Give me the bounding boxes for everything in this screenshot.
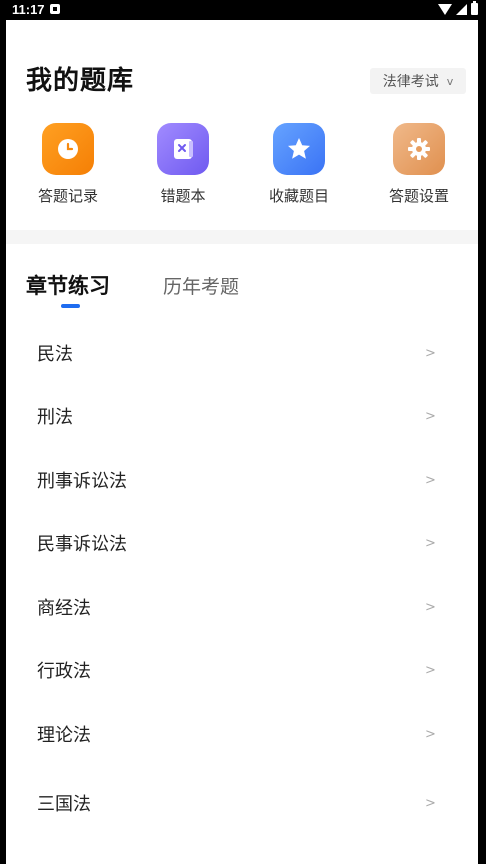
shortcut-answer-records[interactable]: 答题记录 — [28, 120, 108, 210]
list-item[interactable]: 三国法 > — [6, 772, 478, 832]
star-icon — [273, 123, 325, 175]
chapter-name: 行政法 — [37, 661, 91, 682]
list-item[interactable]: 刑法 > — [6, 385, 478, 445]
chevron-right-icon: > — [425, 409, 436, 424]
shortcut-grid: 答题记录 错题本 收藏题目 答题设置 — [6, 120, 478, 210]
shortcut-label: 答题记录 — [37, 187, 98, 205]
chapter-name: 刑事诉讼法 — [37, 471, 127, 492]
tab-past-exams[interactable]: 历年考题 — [163, 272, 239, 299]
status-bar: 11:17 — [0, 0, 486, 20]
chevron-right-icon: > — [425, 600, 436, 615]
chapter-name: 理论法 — [37, 725, 91, 746]
shortcut-wrong-book[interactable]: 错题本 — [143, 120, 223, 210]
battery-icon — [471, 0, 478, 15]
list-item[interactable]: 民事诉讼法 > — [6, 512, 478, 572]
chevron-right-icon: > — [425, 346, 436, 361]
exam-type-select[interactable]: 法律考试 v — [370, 68, 466, 94]
app-screen: 我的题库 法律考试 v 答题记录 错题本 收藏题目 答题设置 章节练习 历年考题… — [6, 20, 478, 864]
chevron-right-icon: > — [425, 473, 436, 488]
shortcut-label: 收藏题目 — [268, 187, 329, 205]
list-item[interactable]: 民法 > — [6, 322, 478, 382]
gear-icon — [393, 123, 445, 175]
chapter-name: 民法 — [37, 344, 73, 365]
chapter-name: 三国法 — [37, 794, 91, 815]
chevron-right-icon: > — [425, 663, 436, 678]
chapter-name: 刑法 — [37, 407, 73, 428]
shortcut-favorites[interactable]: 收藏题目 — [259, 120, 339, 210]
chapter-name: 商经法 — [37, 598, 91, 619]
chevron-right-icon: > — [425, 536, 436, 551]
wrong-book-icon — [157, 123, 209, 175]
list-item[interactable]: 刑事诉讼法 > — [6, 449, 478, 509]
notification-icon — [50, 4, 60, 14]
clock-icon — [42, 123, 94, 175]
tab-bar: 章节练习 历年考题 — [6, 260, 478, 320]
status-icons — [438, 0, 478, 15]
tab-chapter-practice[interactable]: 章节练习 — [26, 270, 110, 300]
list-item[interactable]: 理论法 > — [6, 703, 478, 763]
chevron-down-icon: v — [446, 74, 454, 88]
status-time: 11:17 — [12, 2, 45, 17]
chapter-name: 民事诉讼法 — [37, 534, 127, 555]
shortcut-label: 错题本 — [160, 187, 206, 205]
exam-type-value: 法律考试 — [382, 74, 439, 90]
chevron-right-icon: > — [425, 796, 436, 811]
shortcut-settings[interactable]: 答题设置 — [379, 120, 459, 210]
header: 我的题库 法律考试 v — [6, 20, 478, 125]
shortcut-label: 答题设置 — [388, 187, 449, 205]
list-item[interactable]: 商经法 > — [6, 576, 478, 636]
active-tab-indicator — [61, 304, 80, 308]
wifi-icon — [438, 4, 452, 15]
page-title: 我的题库 — [26, 66, 135, 96]
chevron-right-icon: > — [425, 727, 436, 742]
list-item[interactable]: 行政法 > — [6, 639, 478, 699]
signal-icon — [456, 3, 467, 15]
section-divider — [6, 230, 478, 244]
